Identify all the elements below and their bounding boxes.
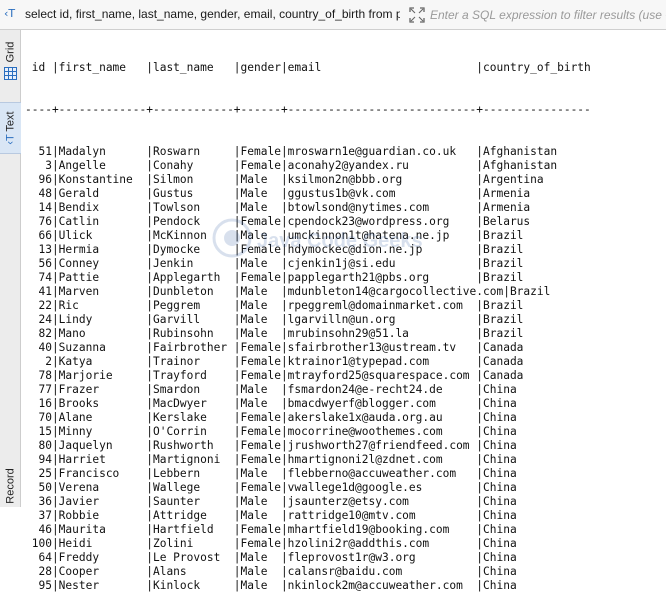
tab-text-label: ‹T Text bbox=[5, 111, 17, 144]
expand-icon[interactable] bbox=[408, 6, 426, 24]
table-row: 66|Ulick |McKinnon |Male |umckinnon1t@ha… bbox=[25, 229, 524, 242]
text-icon: ‹T bbox=[4, 134, 17, 145]
tab-record-label: Record bbox=[4, 468, 17, 504]
table-row: 95|Nester |Kinlock |Male |nkinlock2m@acc… bbox=[25, 579, 517, 592]
table-row: 3|Angelle |Conahy |Female|aconahy2@yande… bbox=[25, 159, 558, 172]
tab-record[interactable]: Record bbox=[0, 466, 21, 506]
table-row: 74|Pattie |Applegarth |Female|papplegart… bbox=[25, 271, 524, 284]
result-header: id |first_name |last_name |gender|email … bbox=[25, 61, 591, 74]
table-row: 77|Frazer |Smardon |Male |fsmardon24@e-r… bbox=[25, 383, 517, 396]
table-row: 28|Cooper |Alans |Male |calansr@baidu.co… bbox=[25, 565, 517, 578]
table-row: 56|Conney |Jenkin |Male |cjenkin1j@si.ed… bbox=[25, 257, 524, 270]
table-row: 80|Jaquelyn |Rushworth |Female|jrushwort… bbox=[25, 439, 517, 452]
table-row: 22|Ric |Peggrem |Male |rpeggreml@domainm… bbox=[25, 299, 524, 312]
table-row: 40|Suzanna |Fairbrother |Female|sfairbro… bbox=[25, 341, 524, 354]
table-row: 78|Marjorie |Trayford |Female|mtrayford2… bbox=[25, 369, 524, 382]
result-separator: ----+-------------+------------+------+-… bbox=[25, 103, 591, 116]
filter-input[interactable]: Enter a SQL expression to filter results… bbox=[428, 4, 666, 26]
table-row: 82|Mano |Rubinsohn |Male |mrubinsohn29@5… bbox=[25, 327, 524, 340]
table-row: 64|Freddy |Le Provost |Male |fleprovost1… bbox=[25, 551, 517, 564]
table-row: 14|Bendix |Towlson |Male |btowlsond@nyti… bbox=[25, 201, 531, 214]
sql-text-icon: ‹T bbox=[4, 7, 16, 20]
table-row: 100|Heidi |Zolini |Female|hzolini2r@addt… bbox=[25, 537, 517, 550]
sql-query-text[interactable]: select id, first_name, last_name, gender… bbox=[25, 7, 400, 21]
table-row: 13|Hermia |Dymocke |Female|hdymockec@dio… bbox=[25, 243, 524, 256]
tab-grid-label: Grid bbox=[4, 41, 17, 63]
tab-grid[interactable]: Grid bbox=[0, 38, 21, 66]
table-row: 76|Catlin |Pendock |Female|cpendock23@wo… bbox=[25, 215, 531, 228]
table-row: 50|Verena |Wallege |Female|vwallege1d@go… bbox=[25, 481, 517, 494]
filter-bar: ‹T select id, first_name, last_name, gen… bbox=[0, 0, 666, 30]
table-row: 24|Lindy |Garvill |Male |lgarvilln@un.or… bbox=[25, 313, 524, 326]
text-result-view[interactable]: id |first_name |last_name |gender|email … bbox=[25, 33, 591, 607]
table-row: 16|Brooks |MacDwyer |Male |bmacdwyerf@bl… bbox=[25, 397, 517, 410]
table-row: 70|Alane |Kerslake |Female|akerslake1x@a… bbox=[25, 411, 517, 424]
table-row: 94|Harriet |Martignoni |Female|hmartigno… bbox=[25, 453, 517, 466]
table-row: 37|Robbie |Attridge |Male |rattridge10@m… bbox=[25, 509, 517, 522]
tab-text[interactable]: ‹T Text bbox=[0, 102, 21, 154]
result-rows: 51|Madalyn |Roswarn |Female|mroswarn1e@g… bbox=[25, 145, 591, 593]
table-row: 25|Francisco |Lebbern |Male |flebberno@a… bbox=[25, 467, 517, 480]
grid-icon[interactable] bbox=[4, 67, 17, 80]
table-row: 96|Konstantine |Silmon |Male |ksilmon2n@… bbox=[25, 173, 544, 186]
view-mode-panel: Grid ‹T Text Record bbox=[0, 30, 21, 507]
table-row: 15|Minny |O'Corrin |Female|mocorrine@woo… bbox=[25, 425, 517, 438]
table-row: 48|Gerald |Gustus |Male |ggustus1b@vk.co… bbox=[25, 187, 531, 200]
tab-text-name: Text bbox=[4, 111, 17, 132]
table-row: 46|Maurita |Hartfield |Female|mhartfield… bbox=[25, 523, 517, 536]
table-row: 51|Madalyn |Roswarn |Female|mroswarn1e@g… bbox=[25, 145, 558, 158]
table-row: 41|Marven |Dunbleton |Male |mdunbleton14… bbox=[25, 285, 551, 298]
table-row: 2|Katya |Trainor |Female|ktrainor1@typep… bbox=[25, 355, 524, 368]
